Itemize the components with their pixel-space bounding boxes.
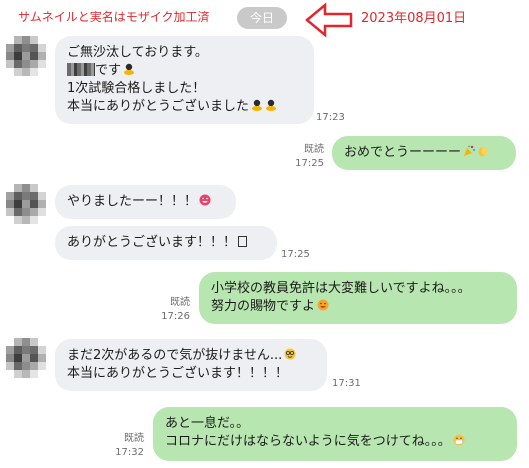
message-bubble-incoming[interactable]: ありがとうございます！！！ [55, 226, 277, 260]
bowing-person-emoji-icon [123, 63, 135, 75]
message-line: まだ2次があるので気が抜けません... [67, 348, 283, 363]
message-time: 17:25 [281, 249, 310, 260]
date-separator: 今日 [237, 7, 287, 29]
message-bubble-outgoing[interactable]: あと一息だ。。 コロナにだけはならないように気をつけてね。。。 [153, 407, 517, 461]
avatar[interactable] [6, 36, 46, 76]
message-line: 努力の賜物ですよ [211, 299, 316, 314]
message-time: 17:31 [332, 378, 361, 389]
message-text: ありがとうございます！！！ [67, 235, 237, 250]
message-bubble-incoming[interactable]: やりましたーー！！！ [55, 185, 236, 219]
avatar[interactable] [6, 184, 46, 224]
message-line: 本当にありがとうございます！！！！ [67, 366, 289, 381]
left-arrow-icon [305, 2, 353, 38]
message-time: 17:26 [161, 311, 190, 322]
read-receipt: 既読 [304, 144, 324, 155]
message-line: 本当にありがとうございました [67, 99, 250, 114]
grinning-face-emoji-icon [199, 194, 211, 206]
nerd-face-emoji-icon [284, 348, 296, 360]
message-time: 17:25 [295, 158, 324, 169]
privacy-note: サムネイルと実名はモザイク加工済 [18, 10, 210, 24]
face-with-mask-emoji-icon [453, 434, 465, 446]
message-bubble-outgoing[interactable]: 小学校の教員免許は大変難しいですよね。。。 努力の賜物ですよ [199, 272, 517, 324]
message-bubble-incoming[interactable]: ご無沙汰しております。 です 1次試験合格しました！ 本当にありがとうございまし… [55, 36, 314, 124]
clapping-hands-emoji-icon [477, 145, 489, 157]
message-text: おめでとうーーーー [344, 145, 462, 160]
message-time: 17:32 [115, 447, 144, 458]
message-text: やりましたーー！！！ [67, 194, 198, 209]
read-receipt: 既読 [170, 297, 190, 308]
bowing-person-emoji-icon [265, 99, 277, 111]
grinning-face-emoji-icon [317, 299, 329, 311]
message-bubble-outgoing[interactable]: おめでとうーーーー [332, 136, 516, 170]
date-annotation: 2023年08月01日 [361, 11, 467, 26]
bowing-person-emoji-icon [251, 99, 263, 111]
message-line: 小学校の教員免許は大変難しいですよね。。。 [211, 281, 471, 296]
avatar[interactable] [6, 338, 46, 378]
read-receipt: 既読 [124, 433, 144, 444]
message-bubble-incoming[interactable]: まだ2次があるので気が抜けません... 本当にありがとうございます！！！！ [55, 339, 327, 391]
unsupported-emoji-icon [238, 236, 248, 247]
message-line: です [95, 63, 122, 78]
message-line: ご無沙汰しております。 [67, 45, 208, 60]
message-line: コロナにだけはならないように気をつけてね。。。 [165, 434, 451, 449]
message-line: あと一息だ。。 [165, 416, 250, 431]
message-time: 17:23 [316, 112, 345, 123]
message-line: 1次試験合格しました！ [67, 81, 206, 96]
party-popper-emoji-icon [463, 145, 476, 157]
censored-name [67, 63, 95, 76]
